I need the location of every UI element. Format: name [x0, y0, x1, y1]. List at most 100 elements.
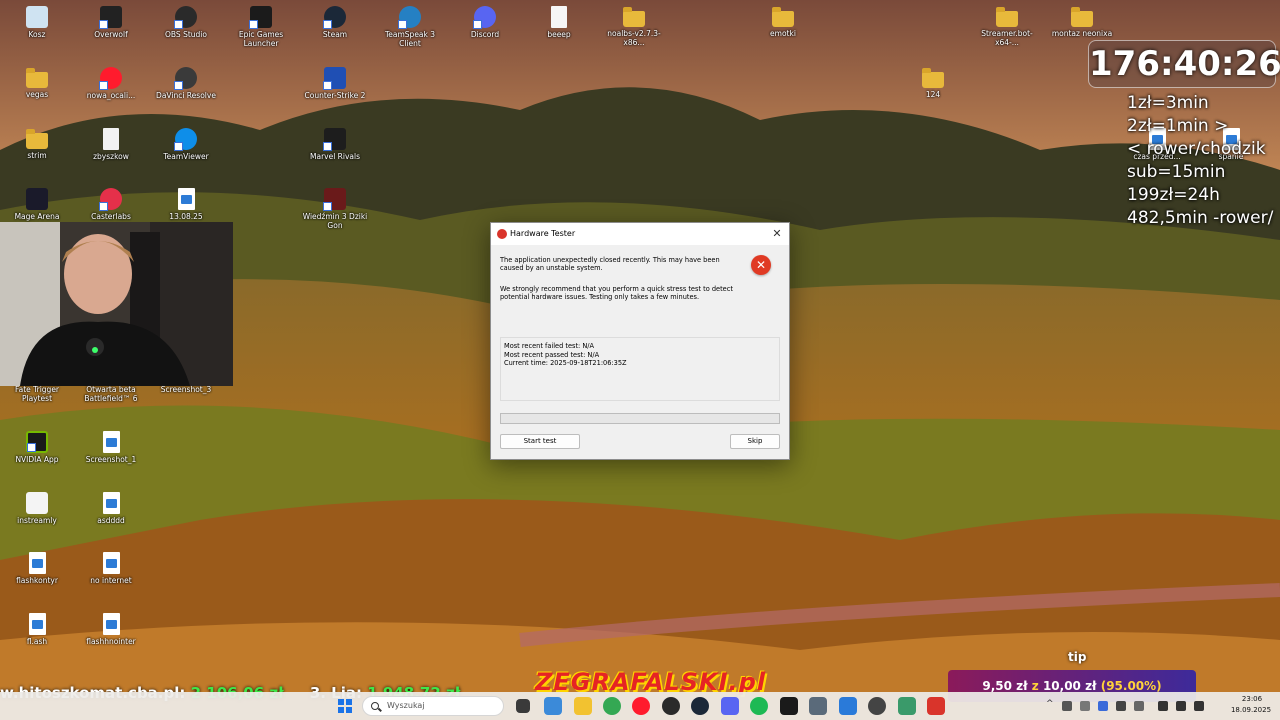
- clock-time[interactable]: 23:06: [1230, 695, 1274, 703]
- image-file-icon: [177, 188, 195, 210]
- desktop-icon-teamviewer[interactable]: TeamViewer: [149, 128, 223, 161]
- folder-icon: [996, 7, 1018, 27]
- tray-app-icon[interactable]: [1080, 701, 1090, 711]
- desktop-icon-noalbs[interactable]: noalbs-v2.7.3-x86...: [597, 6, 671, 47]
- desktop-icon-overwolf[interactable]: Overwolf: [74, 6, 148, 39]
- donation-of: z: [1031, 679, 1039, 693]
- task-view-icon[interactable]: [516, 699, 530, 713]
- davinci-taskbar-icon[interactable]: [868, 697, 886, 715]
- casterlabs-icon: [99, 188, 122, 211]
- file-explorer-icon[interactable]: [574, 697, 592, 715]
- rate-line: 2zł=1min >: [1127, 116, 1229, 136]
- webcam-overlay: [0, 222, 233, 386]
- start-test-button[interactable]: Start test: [500, 434, 580, 449]
- rate-line: sub=15min: [1127, 162, 1226, 182]
- search-icon: [371, 702, 379, 710]
- streamer-bot-icon[interactable]: [839, 697, 857, 715]
- chrome-icon[interactable]: [603, 697, 621, 715]
- close-button[interactable]: ✕: [769, 226, 785, 242]
- volume-icon[interactable]: [1176, 701, 1186, 711]
- clock-date[interactable]: 18.09.2025: [1226, 706, 1276, 714]
- witcher-3-icon: [323, 188, 346, 211]
- epic-games-icon: [249, 6, 272, 29]
- desktop-icon-flashkontyr[interactable]: flashkontyr: [0, 552, 74, 585]
- mage-arena-icon: [26, 188, 48, 210]
- desktop-icon-teamspeak[interactable]: TeamSpeak 3 Client: [373, 6, 447, 48]
- desktop-icon-streamer-bot[interactable]: Streamer.bot-x64-...: [970, 6, 1044, 47]
- desktop-icon-opera[interactable]: nowa_ocali...: [74, 67, 148, 100]
- desktop-icon-discord[interactable]: Discord: [448, 6, 522, 39]
- casterlabs-taskbar-icon[interactable]: [780, 697, 798, 715]
- taskbar: Wyszukaj ^ 23:06 18.09.2025: [0, 692, 1280, 720]
- battery-icon[interactable]: [1194, 701, 1204, 711]
- desktop-icon-montaz-neonixa[interactable]: montaz neonixa: [1045, 6, 1119, 38]
- rate-line: 199zł=24h: [1127, 185, 1220, 205]
- folder-icon: [922, 68, 944, 88]
- network-icon[interactable]: [1158, 701, 1168, 711]
- subathon-timer: 176:40:26: [1088, 40, 1280, 88]
- error-icon: [497, 229, 507, 239]
- desktop-icon-obs-studio[interactable]: OBS Studio: [149, 6, 223, 39]
- failed-test-line: Most recent failed test: N/A: [504, 342, 595, 350]
- start-logo-tile: [346, 699, 352, 705]
- search-placeholder: Wyszukaj: [387, 701, 425, 710]
- desktop-icon-casterlabs[interactable]: Casterlabs: [74, 188, 148, 221]
- desktop-icon-strim[interactable]: strim: [0, 128, 74, 160]
- desktop-icon-fate-trigger[interactable]: Fate Trigger Playtest: [0, 385, 74, 403]
- video-file-icon: [551, 6, 567, 28]
- desktop-icon-no-internet[interactable]: no internet: [74, 552, 148, 585]
- taskbar-search-input[interactable]: Wyszukaj: [362, 696, 504, 716]
- desktop-icon-13-08-25[interactable]: 13.08.25: [149, 188, 223, 221]
- desktop-icon-wiedzmin-3[interactable]: Wiedźmin 3 Dziki Gon: [298, 188, 372, 230]
- tray-app-icon[interactable]: [1116, 701, 1126, 711]
- dialog-message-recommend: We strongly recommend that you perform a…: [500, 285, 733, 301]
- desktop-icon-nvidia-app[interactable]: NVIDIA App: [0, 431, 74, 464]
- desktop-icon-screenshot-3[interactable]: Screenshot_3: [149, 385, 223, 394]
- skip-button[interactable]: Skip: [730, 434, 780, 449]
- desktop-icon-instreamly[interactable]: instreamly: [0, 492, 74, 525]
- tray-app-icon[interactable]: [1098, 701, 1108, 711]
- desktop-icon-counter-strike[interactable]: Counter-Strike 2: [298, 67, 372, 100]
- desktop-icon-steam[interactable]: Steam: [298, 6, 372, 39]
- folder-icon: [26, 68, 48, 88]
- tray-app-icon[interactable]: [1134, 701, 1144, 711]
- opera-taskbar-icon[interactable]: [632, 697, 650, 715]
- dialog-titlebar[interactable]: Hardware Tester ✕: [491, 223, 789, 245]
- steam-taskbar-icon[interactable]: [691, 697, 709, 715]
- donation-goal: 10,00 zł: [1042, 679, 1097, 693]
- donation-percent: (95.00%): [1100, 679, 1162, 693]
- obs-taskbar-icon[interactable]: [662, 697, 680, 715]
- desktop-icon-flashhnointer[interactable]: flashhnointer: [74, 613, 148, 646]
- desktop-icon-beeep[interactable]: beeep: [522, 6, 596, 39]
- tip-label: tip: [1068, 650, 1087, 664]
- tray-overflow-chevron-icon[interactable]: ^: [1046, 699, 1054, 709]
- calculator-icon[interactable]: [809, 697, 827, 715]
- windows-start-button[interactable]: [338, 699, 352, 713]
- desktop-icon-recycle-bin[interactable]: Kosz: [0, 6, 74, 39]
- desktop-icon-asdddd[interactable]: asdddd: [74, 492, 148, 525]
- desktop-icon-mage-arena[interactable]: Mage Arena: [0, 188, 74, 221]
- desktop-icon-zbyszkow[interactable]: zbyszkow: [74, 128, 148, 161]
- tray-app-icon[interactable]: [1062, 701, 1072, 711]
- desktop-icon-davinci[interactable]: DaVinci Resolve: [149, 67, 223, 100]
- widgets-icon[interactable]: [544, 697, 562, 715]
- teamspeak-icon: [398, 6, 421, 29]
- spotify-icon[interactable]: [750, 697, 768, 715]
- davinci-resolve-icon: [174, 67, 197, 90]
- discord-taskbar-icon[interactable]: [721, 697, 739, 715]
- desktop-icon-battlefield-6[interactable]: Otwarta beta Battlefield™ 6: [74, 385, 148, 403]
- desktop-icon-marvel-rivals[interactable]: Marvel Rivals: [298, 128, 372, 161]
- desktop-icon-124[interactable]: 124: [896, 67, 970, 99]
- hardware-tester-taskbar-icon[interactable]: [927, 697, 945, 715]
- app-icon[interactable]: [898, 697, 916, 715]
- image-file-icon: [28, 552, 46, 574]
- start-logo-tile: [338, 707, 344, 713]
- desktop-icon-screenshot-1[interactable]: Screenshot_1: [74, 431, 148, 464]
- desktop-icon-vegas[interactable]: vegas: [0, 67, 74, 99]
- image-file-icon: [102, 431, 120, 453]
- desktop-icon-epic-games[interactable]: Epic Games Launcher: [224, 6, 298, 48]
- desktop-icon-flash[interactable]: fl.ash: [0, 613, 74, 646]
- desktop-icon-emotki[interactable]: emotki: [746, 6, 820, 38]
- counter-strike-icon: [323, 67, 346, 90]
- image-file-icon: [102, 613, 120, 635]
